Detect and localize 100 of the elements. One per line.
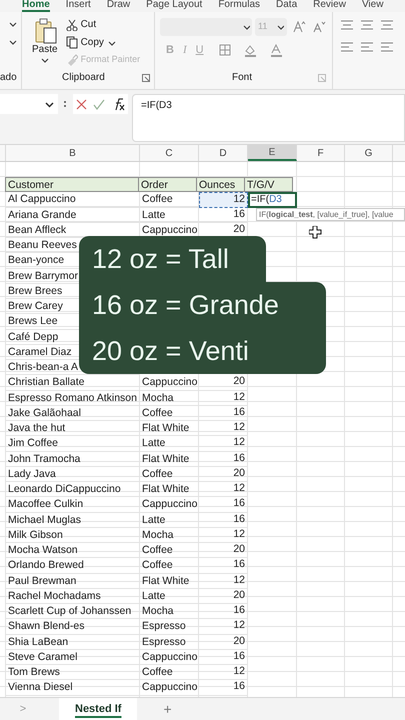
table-cell: Al Cappuccino <box>6 192 140 208</box>
table-cell: Coffee <box>140 558 199 574</box>
table-cell: Flat White <box>140 574 199 589</box>
table-cell: Paul Brewman <box>6 574 140 589</box>
table-cell: Espresso <box>140 619 199 635</box>
table-cell: Tom Brews <box>6 665 140 680</box>
table-cell: 12 <box>199 574 248 589</box>
column-header[interactable]: B <box>6 145 140 161</box>
table-cell: Coffee <box>140 406 199 422</box>
table-cell: Orlando Brewed <box>6 558 140 574</box>
table-cell: Latte <box>140 436 199 452</box>
formula-input[interactable]: =IF(D3 <box>248 192 297 208</box>
cancel-icon[interactable] <box>76 98 87 110</box>
table-cell: Mocha <box>140 528 199 544</box>
table-cell: Mocha <box>140 390 199 406</box>
ribbon-tab[interactable]: Page Layout <box>146 0 202 12</box>
table-cell: 20 <box>199 634 248 650</box>
align-left-icon[interactable] <box>381 42 393 52</box>
sheet-tab[interactable]: Nested If <box>59 698 138 720</box>
table-cell: Macoffee Culkin <box>6 497 140 513</box>
table-cell: 12 <box>199 528 248 544</box>
clipboard-icon[interactable] <box>32 17 57 44</box>
table-cell: Latte <box>140 208 199 223</box>
paste-button[interactable]: Paste <box>32 17 58 70</box>
table-cell: 16 <box>199 208 248 223</box>
table-cell: Coffee <box>140 543 199 558</box>
more-icon[interactable] <box>63 99 67 109</box>
align-left-icon[interactable] <box>341 42 353 52</box>
align-top-icon[interactable] <box>341 20 353 30</box>
table-cell: Cappuccino <box>140 650 199 666</box>
table-cell: Flat White <box>140 452 199 467</box>
table-cell: Mocha <box>140 604 199 620</box>
table-cell: 12 <box>199 421 248 436</box>
ribbon-tab[interactable]: Draw <box>106 0 130 12</box>
ribbon-tab[interactable]: Data <box>276 0 298 12</box>
table-cell: Flat White <box>140 482 199 498</box>
table-cell: 12 <box>199 436 248 452</box>
ribbon-tab[interactable]: View <box>362 0 384 12</box>
column-heading: Ounces <box>196 177 245 192</box>
table-cell: Espresso Romano Atkinson <box>6 390 140 406</box>
table-cell: Rachel Mochadams <box>6 588 140 604</box>
table-cell: 20 <box>199 466 248 482</box>
chevron-down-icon[interactable] <box>106 38 117 46</box>
align-left-icon[interactable] <box>361 42 373 52</box>
column-header[interactable]: F <box>297 145 345 161</box>
table-cell: 16 <box>199 452 248 467</box>
table-cell: Michael Muglas <box>6 512 140 528</box>
table-cell: 16 <box>199 604 248 620</box>
table-cell: Cappuccino <box>140 375 199 391</box>
table-cell: 16 <box>199 558 248 574</box>
table-cell: Flat White <box>140 421 199 436</box>
table-cell: Shawn Blend-es <box>6 619 140 635</box>
cursor-icon <box>309 226 322 239</box>
table-cell: Christian Ballate <box>6 375 140 391</box>
table-cell: Leonardo DiCappuccino <box>6 482 140 498</box>
table-cell: 12 <box>199 482 248 498</box>
table-cell: Shia LaBean <box>6 634 140 650</box>
table-cell: Java the hut <box>6 421 140 436</box>
column-header[interactable]: C <box>140 145 199 161</box>
align-top-icon[interactable] <box>381 20 393 30</box>
add-sheet-button[interactable]: + <box>163 698 172 720</box>
align-top-icon[interactable] <box>361 20 373 30</box>
chevron-down-icon[interactable] <box>45 100 54 108</box>
table-cell: 16 <box>199 680 248 696</box>
table-cell: Ariana Grande <box>6 208 140 223</box>
ribbon-tab[interactable]: Insert <box>66 0 91 12</box>
check-icon[interactable] <box>93 98 105 110</box>
table-cell: 12 <box>199 390 248 406</box>
copy-button[interactable]: Copy <box>66 35 140 50</box>
table-cell: Espresso <box>140 634 199 650</box>
table-cell: Lady Java <box>6 466 140 482</box>
column-header[interactable]: E <box>248 145 297 161</box>
formula-field[interactable]: =IF(D3 <box>132 94 405 142</box>
copy-icon[interactable] <box>66 36 78 49</box>
group-label: ado <box>0 71 17 85</box>
table-cell: Latte <box>140 512 199 528</box>
table-cell: 16 <box>199 512 248 528</box>
cut-button[interactable]: Cut <box>66 17 140 32</box>
chevron-down-icon[interactable] <box>40 56 50 63</box>
group-label: Clipboard <box>62 71 105 85</box>
table-cell: Milk Gibson <box>6 528 140 544</box>
table-cell: Jake Galãohaal <box>6 406 140 422</box>
table-cell: Latte <box>140 588 199 604</box>
table-cell: Cappuccino <box>140 680 199 696</box>
table-cell: 20 <box>199 588 248 604</box>
table-cell: Coffee <box>140 665 199 680</box>
column-heading: Customer <box>5 177 139 192</box>
function-tooltip: IF(logical_test, [value_if_true], [value <box>256 208 405 221</box>
table-cell: Steve Caramel <box>6 650 140 666</box>
ribbon-tab[interactable]: Formulas <box>218 0 260 12</box>
scissors-icon[interactable] <box>66 18 78 30</box>
table-cell: 12 <box>199 665 248 680</box>
table-cell: Vienna Diesel <box>6 680 140 696</box>
table-cell: 20 <box>199 375 248 391</box>
column-header[interactable]: G <box>345 145 393 161</box>
launcher-icon[interactable] <box>142 74 150 82</box>
table-cell: 16 <box>199 406 248 422</box>
table-cell: John Tramocha <box>6 452 140 467</box>
ribbon-tab[interactable]: Review <box>313 0 346 12</box>
column-heading: T/G/V <box>244 177 293 192</box>
